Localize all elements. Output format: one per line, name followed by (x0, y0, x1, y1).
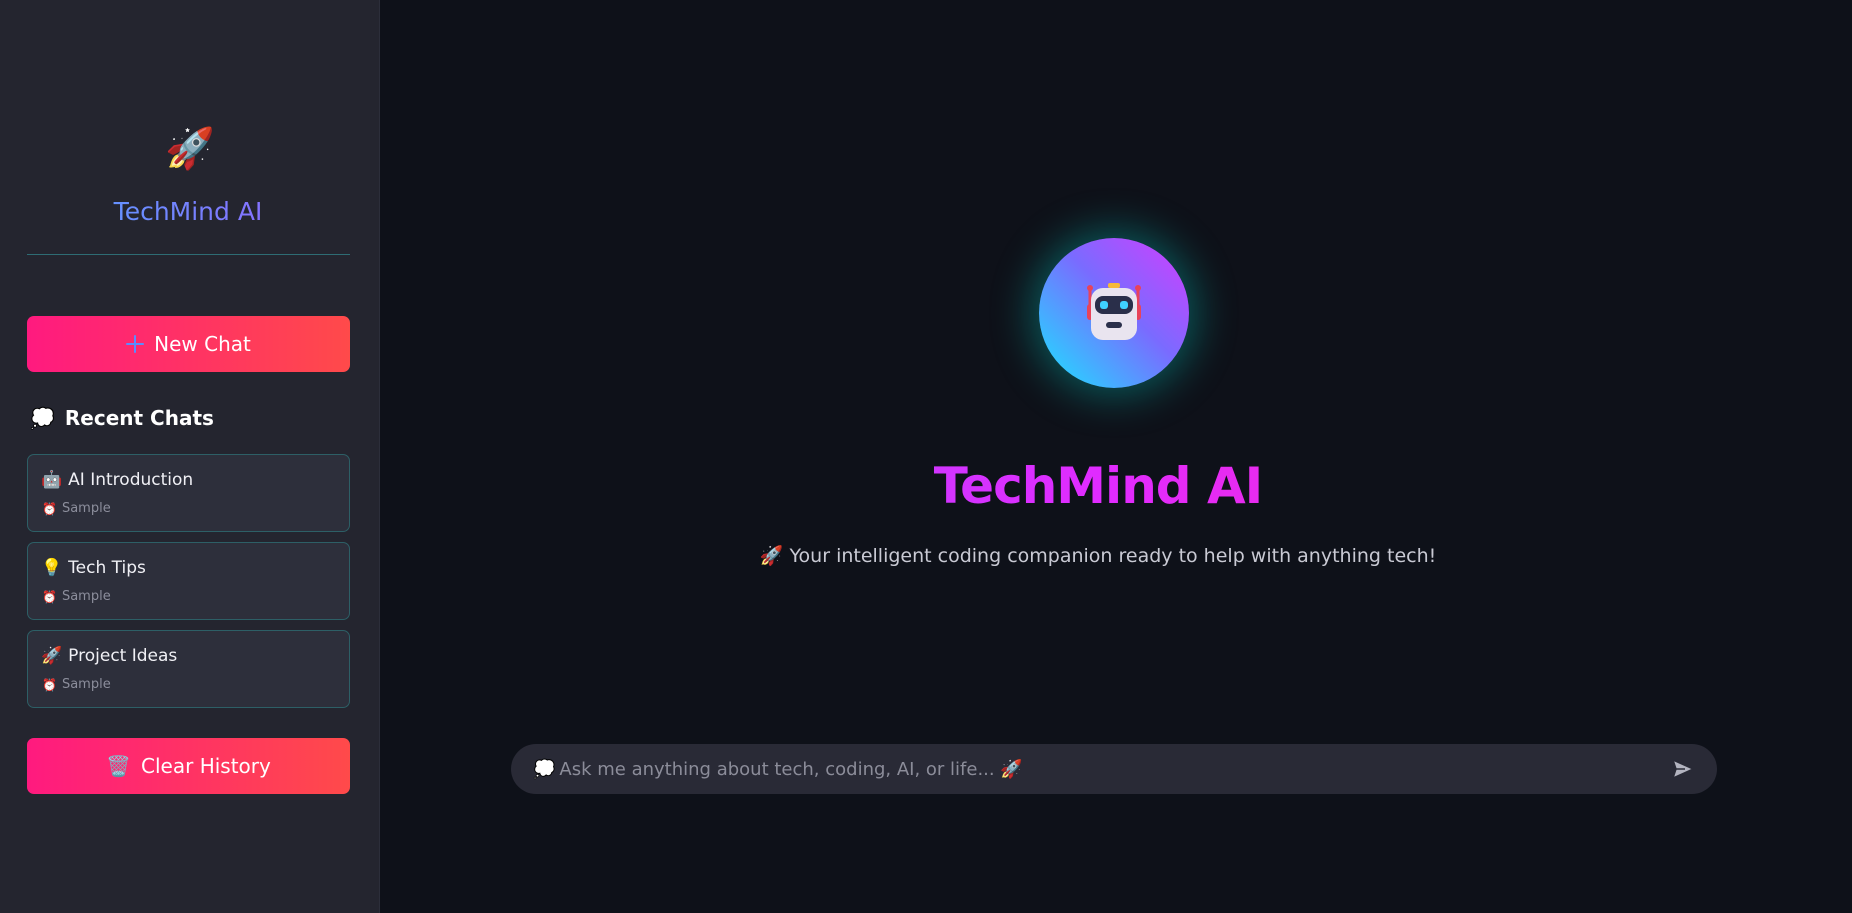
recent-chats-title: Recent Chats (64, 406, 214, 430)
chat-item-title: 💡 Tech Tips (41, 558, 146, 578)
robot-icon: 🤖 (41, 470, 63, 490)
chat-item-tech-tips[interactable]: 💡 Tech Tips ⏰ Sample (27, 542, 350, 620)
brand-title: TechMind AI (0, 197, 376, 226)
plus-icon (126, 335, 145, 353)
chat-item-meta: ⏰ Sample (42, 501, 111, 516)
thought-bubble-icon: 💭 (533, 758, 556, 780)
chat-item-title: 🚀 Project Ideas (41, 646, 177, 666)
chat-item-title: 🤖 AI Introduction (41, 470, 193, 490)
recent-chats-header: 💭 Recent Chats (30, 406, 214, 430)
clear-history-button[interactable]: 🗑️ Clear History (27, 738, 350, 794)
chat-item-meta: ⏰ Sample (42, 589, 111, 604)
hero-subtitle: 🚀 Your intelligent coding companion read… (759, 545, 1437, 567)
new-chat-button[interactable]: New Chat (27, 316, 350, 372)
robot-icon (1087, 283, 1141, 340)
chat-item-ai-introduction[interactable]: 🤖 AI Introduction ⏰ Sample (27, 454, 350, 532)
chat-item-meta: ⏰ Sample (42, 677, 111, 692)
chat-item-label: Project Ideas (68, 646, 178, 666)
chat-item-meta-text: Sample (61, 677, 111, 692)
main-panel: TechMind AI 🚀 Your intelligent coding co… (380, 0, 1852, 913)
alarm-clock-icon: ⏰ (42, 589, 57, 604)
chat-input-bar: 💭 (511, 744, 1717, 794)
assistant-avatar (1039, 238, 1189, 388)
brand-divider (27, 254, 350, 255)
lightbulb-icon: 💡 (41, 558, 63, 578)
clear-history-label: Clear History (141, 754, 271, 778)
chat-input[interactable] (559, 744, 1671, 794)
chat-item-meta-text: Sample (61, 501, 111, 516)
new-chat-label: New Chat (154, 332, 251, 356)
app-window: 🚀 TechMind AI New Chat 💭 Recent Chats 🤖 … (0, 0, 1852, 913)
trash-icon: 🗑️ (106, 754, 132, 778)
chat-list: 🤖 AI Introduction ⏰ Sample 💡 Tech Tips ⏰… (27, 454, 350, 718)
thought-bubble-icon: 💭 (30, 406, 55, 430)
alarm-clock-icon: ⏰ (42, 677, 57, 692)
chat-item-label: AI Introduction (68, 470, 194, 490)
rocket-logo-icon: 🚀 (165, 126, 215, 172)
alarm-clock-icon: ⏰ (42, 501, 57, 516)
rocket-icon: 🚀 (41, 646, 63, 666)
chat-item-meta-text: Sample (61, 589, 111, 604)
chat-item-project-ideas[interactable]: 🚀 Project Ideas ⏰ Sample (27, 630, 350, 708)
send-icon[interactable] (1671, 757, 1695, 781)
sidebar: 🚀 TechMind AI New Chat 💭 Recent Chats 🤖 … (0, 0, 380, 913)
chat-item-label: Tech Tips (68, 558, 146, 578)
hero-title: TechMind AI (380, 457, 1816, 515)
